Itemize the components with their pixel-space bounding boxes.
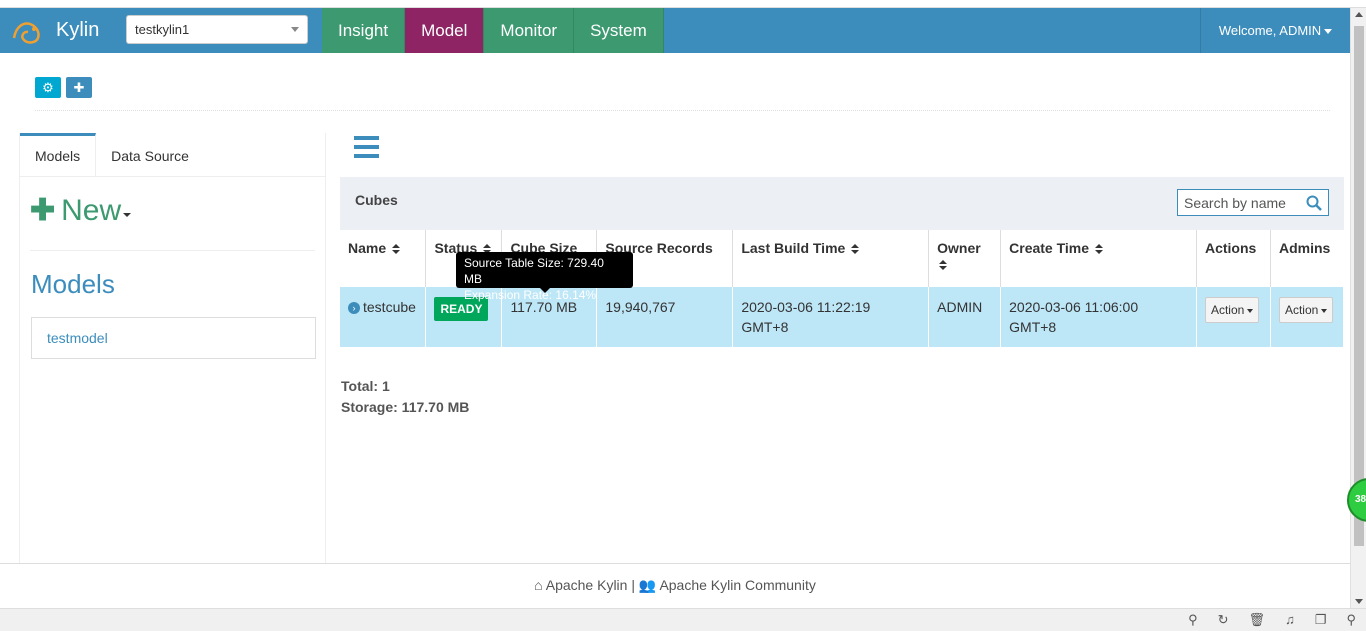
total-count: Total: 1 [341,378,390,394]
scroll-down-icon[interactable] [1355,599,1363,604]
col-admins: Admins [1270,230,1344,287]
col-admins-label: Admins [1278,240,1331,256]
model-name: testmodel [47,330,108,346]
col-owner-label: Owner [937,240,981,256]
project-select-value: testkylin1 [135,22,190,37]
cubes-summary: Total: 1 Storage: 117.70 MB [341,376,469,418]
refresh-icon[interactable]: ↻ [1218,612,1229,628]
pin-icon[interactable]: ⚲ [1188,612,1198,628]
col-create-time[interactable]: Create Time [1000,230,1197,287]
col-name-label: Name [348,240,387,256]
brand[interactable]: Kylin [10,8,99,53]
expand-icon[interactable]: › [348,302,360,315]
col-owner[interactable]: Owner [928,230,1002,287]
tooltip-arrow [540,288,550,293]
trash-icon[interactable]: 🗑 [1249,612,1266,628]
menu-insight[interactable]: Insight [322,8,406,53]
search-placeholder: Search by name [1184,195,1286,211]
col-actions: Actions [1196,230,1271,287]
col-create-time-label: Create Time [1009,240,1090,256]
cell-name[interactable]: › testcube [340,287,427,347]
owner-value: ADMIN [937,299,983,315]
action-label: Action [1210,303,1245,317]
sort-icon [392,243,401,255]
browser-status-bar: ⚲ ↻ 🗑 ♫ ❐ ⚲ [0,608,1366,631]
sort-icon [939,259,948,271]
tooltip-source-table-size: Source Table Size: 729.40 MB [464,256,604,286]
footer-separator: | [631,577,635,593]
main-menu: Insight Model Monitor System [322,8,664,53]
menu-toggle-icon[interactable] [354,136,379,158]
footer: ⌂ Apache Kylin | 👥 Apache Kylin Communit… [0,563,1350,608]
scroll-up-icon[interactable] [1355,12,1363,17]
col-actions-label: Actions [1204,240,1257,256]
footer-link-community[interactable]: Apache Kylin Community [659,577,815,593]
model-list-item[interactable]: testmodel [31,317,316,359]
search-input[interactable]: Search by name [1177,189,1329,216]
divider [35,110,1330,111]
col-last-build-time[interactable]: Last Build Time [732,230,930,287]
caret-down-icon [123,212,132,217]
left-tabs: Models Data Source [20,133,325,177]
menu-system[interactable]: System [574,8,664,53]
kylin-logo-icon [12,21,40,44]
cogs-icon: ⚙ [42,80,54,95]
admin-action-label: Action [1284,303,1319,317]
plus-icon: ✚ [73,80,85,95]
brand-name: Kylin [56,19,100,41]
models-heading: Models [31,269,115,299]
user-menu[interactable]: Welcome, ADMIN [1200,8,1350,53]
welcome-text: Welcome, ADMIN [1218,23,1322,38]
status-icons: ⚲ ↻ 🗑 ♫ ❐ ⚲ [1188,612,1356,628]
menu-model[interactable]: Model [405,8,485,53]
divider [30,250,315,251]
users-icon: 👥 [638,577,657,593]
left-panel: Models Data Source ✚ New Models testmode… [19,133,326,563]
model-settings-button[interactable]: ⚙ [35,77,61,98]
tab-data-source[interactable]: Data Source [96,133,204,177]
caret-down-icon [1324,29,1333,35]
action-dropdown-button[interactable]: Action [1204,297,1260,323]
new-button[interactable]: ✚ New [30,193,132,228]
cell-actions: Action [1196,287,1271,347]
tab-models[interactable]: Models [20,133,97,177]
window-icon[interactable]: ❐ [1315,612,1327,628]
new-label: New [61,193,122,227]
cell-create-time: 2020-03-06 11:06:00 GMT+8 [1000,287,1197,347]
home-icon: ⌂ [534,577,543,593]
speaker-icon[interactable]: ♫ [1285,612,1295,628]
cube-size-tooltip: Source Table Size: 729.40 MB Expansion R… [456,252,633,302]
admin-action-dropdown-button[interactable]: Action [1278,297,1334,323]
scrollbar-thumb[interactable] [1354,26,1364,546]
window-top-strip [0,0,1366,8]
create-time-value: 2020-03-06 11:06:00 GMT+8 [1009,299,1139,335]
cube-name: testcube [363,299,416,315]
project-select[interactable]: testkylin1 [126,15,308,44]
storage-total: Storage: 117.70 MB [341,399,470,415]
footer-link-apache-kylin[interactable]: Apache Kylin [546,577,628,593]
add-button[interactable]: ✚ [66,77,92,98]
sort-icon [1094,243,1103,255]
plus-icon: ✚ [30,194,56,227]
col-name[interactable]: Name [340,230,427,287]
caret-down-icon [1247,308,1254,313]
sort-icon [851,243,860,255]
chevron-down-icon [291,27,299,32]
cell-admins: Action [1270,287,1345,347]
last-build-time-value: 2020-03-06 11:22:19 GMT+8 [741,299,871,335]
menu-monitor[interactable]: Monitor [484,8,575,53]
top-navbar: Kylin testkylin1 Insight Model Monitor S… [0,8,1350,53]
search-icon[interactable] [1306,195,1322,211]
cell-owner: ADMIN [928,287,1002,347]
cell-last-build-time: 2020-03-06 11:22:19 GMT+8 [732,287,930,347]
cubes-header: Cubes Search by name [340,177,1344,230]
zoom-icon[interactable]: ⚲ [1346,612,1356,628]
col-last-build-time-label: Last Build Time [741,240,846,256]
cubes-title: Cubes [355,192,398,208]
caret-down-icon [1321,308,1328,313]
